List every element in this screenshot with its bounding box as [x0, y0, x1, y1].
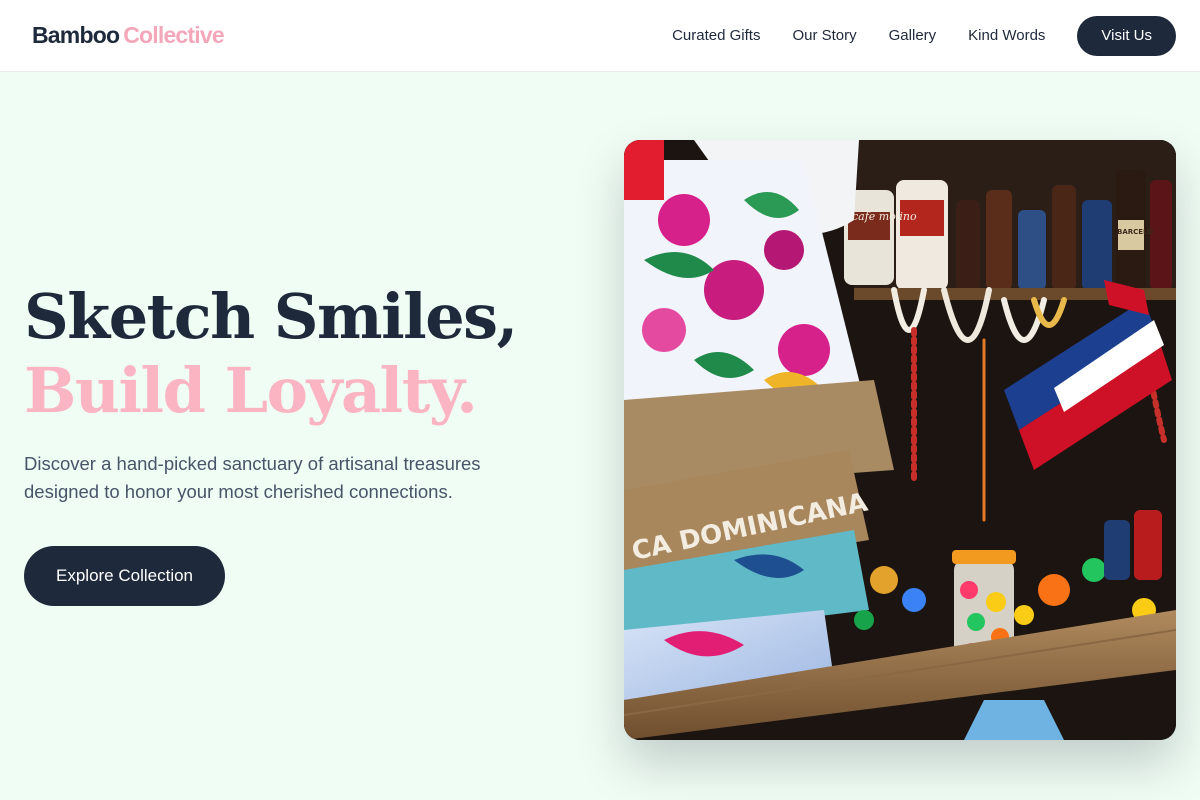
bottle-label-text: cafe molino — [852, 210, 917, 223]
brand-name-part2: Collective — [123, 22, 224, 48]
nav-links: Curated Gifts Our Story Gallery Kind Wor… — [672, 15, 1176, 56]
explore-collection-button[interactable]: Explore Collection — [24, 546, 226, 606]
market-stall-illustration: CA DOMINICANA cafe molino BARCELÓ — [624, 140, 1176, 740]
hero-subhead: Discover a hand-picked sanctuary of arti… — [24, 453, 481, 502]
hero-copy: Sketch Smiles, Build Loyalty. Discover a… — [24, 280, 584, 606]
nav-link-kind-words[interactable]: Kind Words — [968, 27, 1045, 44]
hero-image: CA DOMINICANA cafe molino BARCELÓ — [624, 140, 1176, 740]
nav-link-curated-gifts[interactable]: Curated Gifts — [672, 27, 760, 44]
brand-logo[interactable]: Bamboo Collective — [32, 22, 225, 49]
hero-headline: Sketch Smiles, Build Loyalty. — [24, 280, 584, 428]
bottle-brand-text: BARCELÓ — [1117, 227, 1153, 236]
brand-name-part1: Bamboo — [32, 22, 120, 48]
nav-link-gallery[interactable]: Gallery — [889, 27, 937, 44]
visit-us-button[interactable]: Visit Us — [1077, 15, 1176, 56]
nav-link-our-story[interactable]: Our Story — [792, 27, 856, 44]
hero-headline-line1: Sketch Smiles, — [24, 280, 518, 353]
navbar: Bamboo Collective Curated Gifts Our Stor… — [0, 0, 1200, 72]
hero-headline-line2: Build Loyalty. — [24, 354, 478, 427]
